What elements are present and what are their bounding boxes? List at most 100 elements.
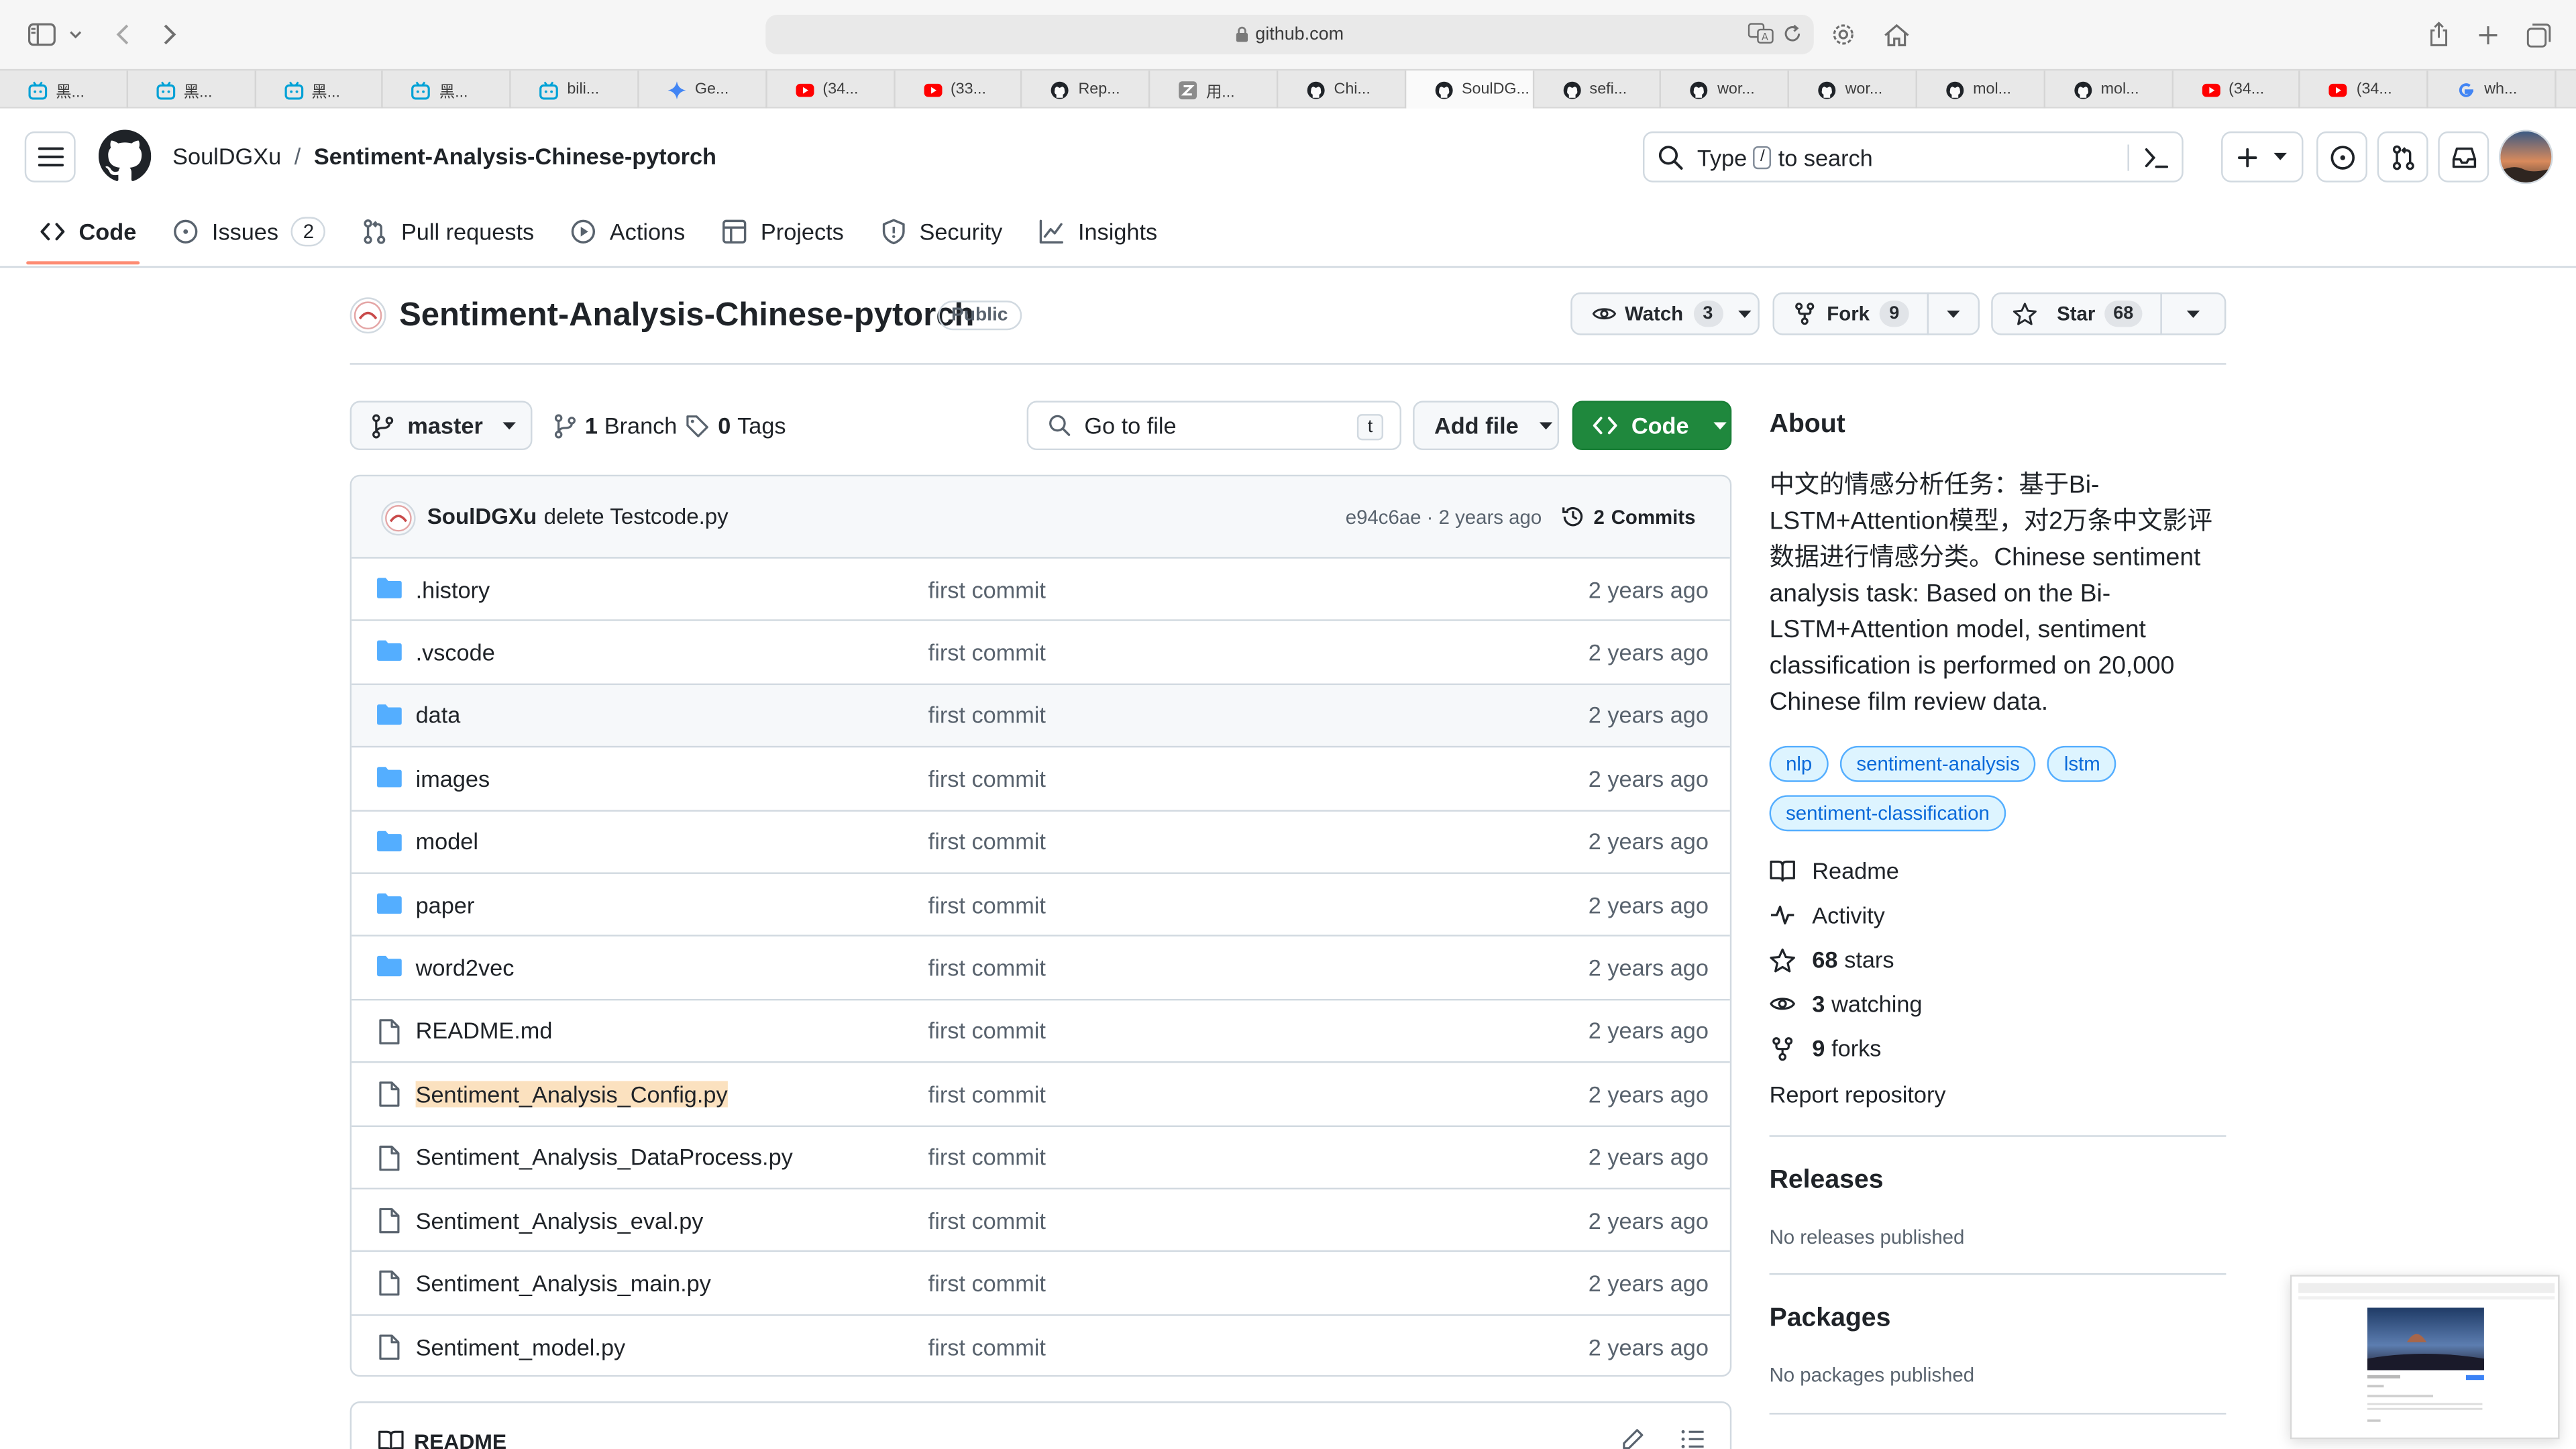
topic-tag[interactable]: sentiment-classification — [1769, 795, 2006, 832]
file-commit-message[interactable]: first commit — [928, 576, 1046, 602]
command-palette-icon[interactable] — [2144, 146, 2169, 169]
tags-link[interactable]: 0 Tags — [685, 413, 786, 439]
browser-tab[interactable]: (34... — [2300, 70, 2428, 109]
browser-tab[interactable]: wh... — [2428, 70, 2557, 109]
commit-hash-age[interactable]: e94c6ae · 2 years ago — [1346, 506, 1542, 529]
tab-pull-requests[interactable]: Pull requests — [349, 207, 547, 256]
browser-tab[interactable]: wor... — [1789, 70, 1917, 109]
browser-tab[interactable]: sefi... — [1534, 70, 1662, 109]
file-commit-message[interactable]: first commit — [928, 1270, 1046, 1296]
fork-button[interactable]: Fork 9 — [1772, 292, 1929, 335]
browser-tab[interactable]: Rep... — [1022, 70, 1150, 109]
inbox-button[interactable] — [2438, 131, 2489, 182]
watch-button[interactable]: Watch 3 — [1570, 292, 1760, 335]
table-row[interactable]: README.md first commit 2 years ago — [352, 1000, 1730, 1063]
browser-tab[interactable]: 黑... — [0, 70, 128, 109]
tab-issues[interactable]: Issues 2 — [160, 207, 339, 256]
file-commit-message[interactable]: first commit — [928, 1081, 1046, 1107]
repo-title[interactable]: Sentiment-Analysis-Chinese-pytorch — [399, 297, 974, 335]
commits-history-link[interactable]: 2 Commits — [1561, 504, 1695, 529]
menu-hamburger-button[interactable] — [24, 131, 76, 182]
file-name-link[interactable]: Sentiment_Analysis_Config.py — [415, 1081, 728, 1108]
tab-overview-icon[interactable] — [2520, 18, 2557, 51]
picture-in-picture-thumbnail[interactable] — [2290, 1275, 2560, 1440]
browser-tab[interactable]: 黑... — [384, 70, 512, 109]
file-commit-message[interactable]: first commit — [928, 828, 1046, 855]
file-name-link[interactable]: model — [416, 828, 478, 855]
browser-tab[interactable]: 黑... — [256, 70, 384, 109]
file-name-link[interactable]: Sentiment_Analysis_DataProcess.py — [416, 1144, 793, 1170]
home-icon[interactable] — [1878, 18, 1914, 51]
topic-tag[interactable]: lstm — [2047, 745, 2117, 782]
table-row[interactable]: Sentiment_Analysis_eval.py first commit 2 … — [352, 1189, 1730, 1253]
pencil-icon[interactable] — [1621, 1428, 1644, 1449]
tab-insights[interactable]: Insights — [1026, 207, 1171, 256]
commit-author-avatar[interactable] — [381, 500, 416, 536]
tab-security[interactable]: Security — [867, 207, 1016, 256]
readme-link[interactable]: Readme — [1770, 857, 1899, 884]
file-name-link[interactable]: paper — [416, 892, 475, 918]
table-row[interactable]: Sentiment_model.py first commit 2 years ag… — [352, 1316, 1730, 1375]
file-commit-message[interactable]: first commit — [928, 765, 1046, 792]
file-commit-message[interactable]: first commit — [928, 1334, 1046, 1360]
browser-tab[interactable]: (34... — [2173, 70, 2301, 109]
repo-owner-avatar[interactable] — [350, 297, 386, 334]
settings-gear-icon[interactable] — [1825, 18, 1862, 51]
packages-heading[interactable]: Packages — [1770, 1305, 1891, 1334]
browser-tab[interactable]: mol... — [1917, 70, 2045, 109]
topic-tag[interactable]: sentiment-analysis — [1839, 745, 2037, 782]
report-repository-link[interactable]: Report repository — [1770, 1081, 1946, 1107]
commit-author[interactable]: SoulDGXu — [427, 504, 537, 529]
browser-tab[interactable]: mol... — [2045, 70, 2173, 109]
address-bar[interactable]: github.com A — [765, 15, 1814, 54]
file-commit-message[interactable]: first commit — [928, 1144, 1046, 1170]
browser-tab[interactable]: 用... — [1150, 70, 1279, 109]
create-new-button[interactable] — [2221, 131, 2304, 182]
activity-link[interactable]: Activity — [1770, 902, 1885, 928]
table-row[interactable]: Sentiment_Analysis_DataProcess.py first c… — [352, 1126, 1730, 1190]
tab-actions[interactable]: Actions — [557, 207, 698, 256]
pull-requests-button[interactable] — [2377, 131, 2428, 182]
table-row[interactable]: Sentiment_Analysis_main.py first commit 2 … — [352, 1252, 1730, 1316]
branches-link[interactable]: 1 Branch — [553, 413, 677, 439]
translate-icon[interactable]: A — [1748, 23, 1774, 44]
table-row[interactable]: model first commit 2 years ago — [352, 811, 1730, 874]
table-row[interactable]: Sentiment_Analysis_Config.py first commit… — [352, 1063, 1730, 1126]
browser-tab[interactable]: SoulDG... — [1405, 70, 1534, 109]
chevron-down-icon[interactable] — [62, 18, 89, 51]
add-file-button[interactable]: Add file — [1413, 400, 1560, 451]
table-row[interactable]: data first commit 2 years ago — [352, 684, 1730, 748]
go-to-file-input[interactable]: Go to file t — [1026, 400, 1401, 451]
browser-tab[interactable]: (34... — [767, 70, 895, 109]
sidebar-toggle-icon[interactable] — [23, 18, 59, 51]
watching-link[interactable]: 3 watching — [1770, 991, 1922, 1017]
releases-heading[interactable]: Releases — [1770, 1167, 1884, 1196]
back-arrow-icon[interactable] — [105, 18, 142, 51]
user-avatar[interactable] — [2498, 129, 2553, 184]
file-name-link[interactable]: README.md — [416, 1018, 553, 1044]
file-commit-message[interactable]: first commit — [928, 892, 1046, 918]
branch-select-button[interactable]: master — [350, 400, 533, 451]
table-row[interactable]: paper first commit 2 years ago — [352, 874, 1730, 937]
table-row[interactable]: images first commit 2 years ago — [352, 748, 1730, 811]
topic-tag[interactable]: nlp — [1769, 745, 1829, 782]
file-commit-message[interactable]: first commit — [928, 702, 1046, 729]
issues-button[interactable] — [2316, 131, 2368, 182]
star-button[interactable]: Star 68 — [1991, 292, 2162, 335]
code-clone-button[interactable]: Code — [1572, 400, 1732, 451]
forward-arrow-icon[interactable] — [151, 18, 187, 51]
browser-tab[interactable]: Ge... — [639, 70, 767, 109]
stars-link[interactable]: 68 stars — [1770, 947, 1894, 973]
list-unordered-icon[interactable] — [1680, 1430, 1705, 1449]
file-name-link[interactable]: word2vec — [416, 955, 515, 981]
file-name-link[interactable]: Sentiment_Analysis_main.py — [416, 1270, 711, 1296]
forks-link[interactable]: 9 forks — [1770, 1035, 1881, 1061]
file-name-link[interactable]: .vscode — [416, 639, 495, 665]
file-commit-message[interactable]: first commit — [928, 639, 1046, 665]
fork-dropdown-button[interactable] — [1927, 292, 1980, 335]
star-list-dropdown-button[interactable] — [2160, 292, 2226, 335]
commit-message[interactable]: delete Testcode.py — [544, 504, 729, 529]
tab-projects[interactable]: Projects — [708, 207, 857, 256]
file-name-link[interactable]: Sentiment_Analysis_eval.py — [416, 1207, 704, 1233]
github-logo-icon[interactable] — [98, 129, 152, 182]
